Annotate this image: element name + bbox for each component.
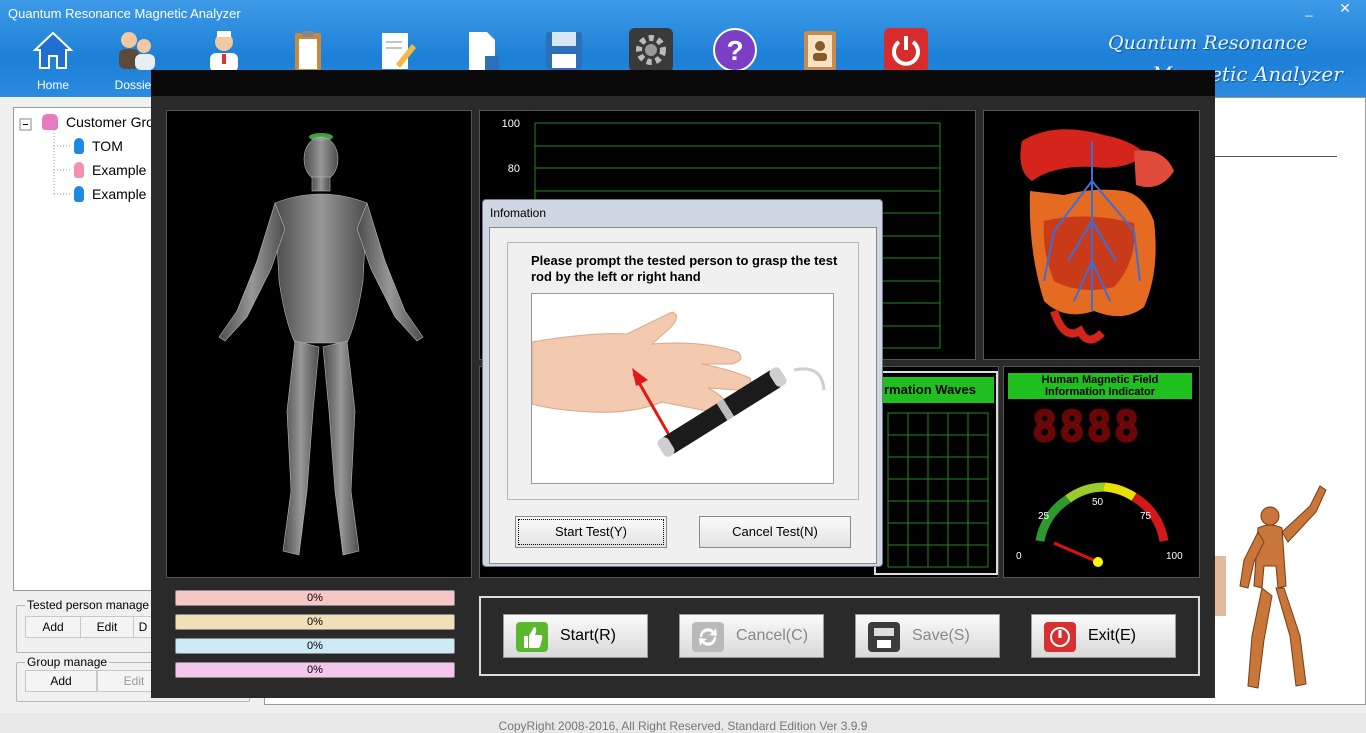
group-icon [42,114,58,130]
person-edit-button[interactable]: Edit [80,616,134,638]
cancel-test-button[interactable]: Cancel Test(N) [699,516,851,548]
dialog-message: Please prompt the tested person to grasp… [531,253,838,284]
minimize-button[interactable]: _ [1298,2,1320,18]
tree-customer-label: Example [92,162,147,178]
dialog-body: Please prompt the tested person to grasp… [489,227,877,564]
athlete-figure-image [1210,485,1327,689]
gauge-label-75: 75 [1140,511,1152,522]
gauge-label-25: 25 [1038,511,1050,522]
tree-customer-label: TOM [92,138,123,154]
indicator-title-line-2: Information Indicator [1045,386,1155,398]
action-panel: Start(R) Cancel(C) Save(S) Exit(E) [479,596,1200,676]
divider [1215,156,1337,157]
progress-bar-1: 0% [175,590,455,606]
organs-image [1020,129,1174,344]
brand-line-1: Quantum Resonance [1108,32,1308,54]
dossier-icon [113,28,157,72]
person-icon [74,186,84,202]
information-dialog: Infomation Please prompt the tested pers… [482,199,883,567]
person-icon [74,138,84,154]
indicator-title-line-1: Human Magnetic Field [1041,374,1159,386]
close-window-button[interactable]: ✕ [1328,0,1362,18]
dialog-title: Infomation [490,206,547,220]
start-label: Start(R) [560,627,616,644]
exit-label: Exit(E) [1088,627,1136,644]
indicator-title: Human Magnetic Field Information Indicat… [1008,373,1192,399]
tree-customer-label: Example [92,186,147,202]
cancel-label: Cancel(C) [736,627,809,644]
toolbar-home-button[interactable]: Home [18,28,88,94]
start-test-button[interactable]: Start Test(Y) [515,516,667,548]
progress-bar-4: 0% [175,662,455,678]
indicator-digits: 8888 [1032,402,1142,451]
tree-customer-item[interactable]: TOM [74,138,123,158]
toolbar-home-label: Home [36,78,69,92]
tree-customer-item[interactable]: Example [74,186,146,206]
organ-panel [983,110,1200,360]
gauge-label-100: 100 [1166,551,1183,562]
test-window-header [151,70,1215,96]
waves-frame [874,371,998,575]
start-button[interactable]: Start(R) [503,614,648,658]
exit-power-icon [1044,622,1076,652]
chart-tick-label: 80 [508,163,520,175]
person-delete-button[interactable]: D [133,616,153,638]
tree-customer-group[interactable]: Customer Gro [42,114,154,134]
cancel-button[interactable]: Cancel(C) [679,614,824,658]
progress-bar-2: 0% [175,614,455,630]
svg-text:?: ? [726,35,743,66]
progress-bar-3: 0% [175,638,455,654]
app-title: Quantum Resonance Magnetic Analyzer [8,6,241,21]
doctor-icon [202,28,246,72]
home-icon [31,28,75,72]
person-add-button[interactable]: Add [25,616,81,638]
hand-grasp-test-rod-image [531,293,834,484]
save-label: Save(S) [912,627,970,644]
save-button[interactable]: Save(S) [855,614,1000,658]
refresh-icon [692,622,724,652]
save-disk-icon [868,622,900,652]
save-disk-icon [542,28,586,72]
tree-customer-item[interactable]: Example [74,162,146,182]
contact-book-icon [798,28,842,72]
power-icon [884,28,928,72]
magnetic-field-indicator-panel: Human Magnetic Field Information Indicat… [1003,366,1200,578]
edit-report-icon [374,28,418,72]
gauge-label-0: 0 [1016,551,1022,562]
chart-tick-label: 100 [502,118,520,130]
person-icon [74,162,84,178]
settings-gear-icon [629,28,673,72]
dialog-content-frame: Please prompt the tested person to grasp… [507,242,859,500]
human-body-xray-image [218,133,424,556]
document-icon [459,28,503,72]
tested-person-manage-title: Tested person manage [25,598,152,612]
group-add-button[interactable]: Add [25,670,97,692]
tree-group-label: Customer Gro [66,114,154,130]
gauge-label-50: 50 [1092,497,1104,508]
thumbs-up-icon [516,622,548,652]
clipboard-icon [286,28,330,72]
status-bar: CopyRight 2008-2016, All Right Reserved.… [0,713,1366,733]
body-scan-panel [166,110,472,578]
group-manage-title: Group manage [25,655,110,669]
magnetic-field-gauge: 0 25 50 75 100 [1016,482,1183,567]
help-icon: ? [713,28,757,72]
exit-button[interactable]: Exit(E) [1031,614,1176,658]
